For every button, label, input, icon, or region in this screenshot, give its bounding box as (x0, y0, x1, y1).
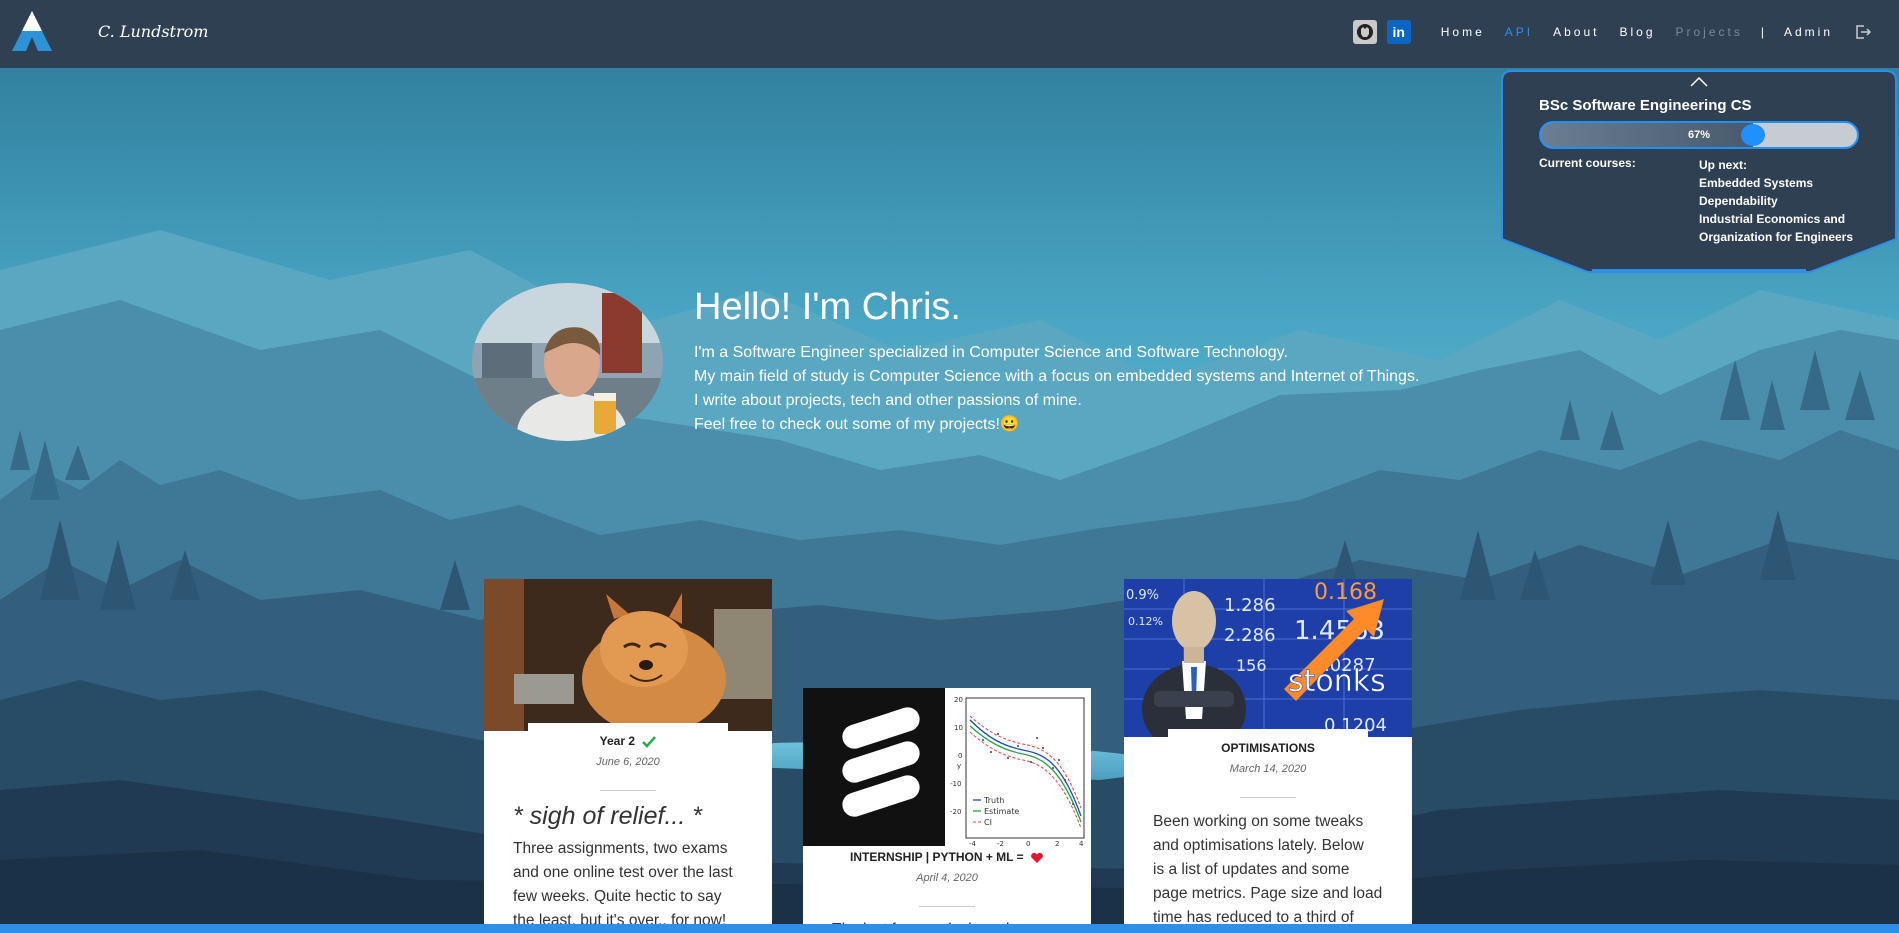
nav-api-link[interactable]: API (1505, 25, 1533, 39)
excerpt-line: Three assignments, two exams (513, 840, 728, 857)
hero-line-with-emoji: Feel free to check out some of my projec… (694, 413, 1419, 437)
up-next-list: Up next: Embedded Systems Dependability … (1699, 156, 1869, 246)
ticker-text: 0.168 (1314, 580, 1377, 605)
heart-icon (1031, 852, 1043, 863)
hero-line: I'm a Software Engineer specialized in C… (694, 344, 1288, 361)
stonks-meme-image: 0.9% 0.12% 1.286 2.286 156 0.168 1.4563 … (1124, 579, 1412, 737)
nav-admin-link[interactable]: Admin (1784, 25, 1833, 39)
github-icon[interactable] (1352, 20, 1377, 44)
ticker-text: 0.9% (1126, 588, 1159, 603)
nav-projects-link[interactable]: Projects (1676, 25, 1743, 39)
excerpt-line: and optimisations lately. Below (1153, 837, 1364, 854)
up-next-label: Up next: (1699, 158, 1747, 172)
brand-name[interactable]: C. Lundstrom (98, 22, 208, 41)
ericsson-plot-image: 20 10 0 -10 -20 y -4 -2 0 2 4 Truth Esti… (803, 688, 1091, 846)
plot-legend-ci: CI (984, 818, 992, 827)
card-excerpt: Been working on some tweaks and optimisa… (1153, 810, 1389, 930)
degree-progress-panel: BSc Software Engineering CS 67% Current … (1500, 69, 1898, 274)
card-title: INTERNSHIP | PYTHON + ML = (850, 850, 1024, 864)
plot-xtick: 4 (1079, 840, 1084, 846)
linkedin-icon[interactable]: in (1386, 20, 1411, 44)
card-divider (600, 790, 656, 791)
degree-progress-bar: 67% (1539, 121, 1859, 149)
hero-intro: I'm a Software Engineer specialized in C… (694, 341, 1419, 437)
nav-home-link[interactable]: Home (1441, 25, 1485, 39)
ticker-text: 2.286 (1224, 625, 1276, 646)
hero-line: My main field of study is Computer Scien… (694, 368, 1420, 385)
card-date: June 6, 2020 (596, 756, 660, 768)
hero-line: Feel free to check out some of my projec… (694, 416, 1000, 433)
plot-ytick: -10 (950, 780, 961, 788)
nav-blog-link[interactable]: Blog (1619, 25, 1655, 39)
blog-card-internship[interactable]: 20 10 0 -10 -20 y -4 -2 0 2 4 Truth Esti… (803, 688, 1091, 933)
smiley-emoji-icon: 😀 (999, 416, 1020, 433)
card-excerpt: Three assignments, two exams and one onl… (513, 837, 749, 933)
hero-title: Hello! I'm Chris. (694, 286, 961, 328)
excerpt-line: and one online test over the last (513, 864, 733, 881)
card-date: April 4, 2020 (916, 872, 978, 884)
nav-about-link[interactable]: About (1553, 25, 1599, 39)
card-date: March 14, 2020 (1229, 763, 1307, 775)
main-nav: in Home API About Blog Projects | Admin (1352, 20, 1871, 44)
top-navbar: C. Lundstrom in Home API About Blog Proj… (0, 0, 1899, 68)
logout-icon[interactable] (1855, 24, 1871, 40)
excerpt-line: Been working on some tweaks (1153, 813, 1364, 830)
chevron-up-icon[interactable] (1690, 77, 1708, 87)
progress-label: 67% (1687, 129, 1711, 141)
check-icon (642, 735, 657, 748)
plot-ytick: 0 (958, 752, 962, 760)
dog-photo (484, 579, 772, 731)
plot-ytick: -20 (950, 808, 961, 816)
plot-xtick: 2 (1055, 840, 1059, 846)
up-next-course: Embedded Systems (1699, 176, 1814, 190)
card-heading: * sigh of relief... * (513, 802, 702, 830)
current-courses-label: Current courses: (1539, 156, 1636, 170)
excerpt-line: few weeks. Quite hectic to say (513, 888, 722, 905)
ticker-text: 0.12% (1128, 615, 1163, 628)
card-title-row: Year 2 (484, 734, 772, 748)
card-divider (919, 906, 975, 907)
plot-legend-truth: Truth (983, 796, 1004, 805)
stonks-text: stonks (1288, 664, 1386, 699)
up-next-course: Industrial Economics and Organization fo… (1699, 212, 1854, 244)
excerpt-line: is a list of updates and some (1153, 861, 1350, 878)
blog-card-year2[interactable]: Year 2 June 6, 2020 * sigh of relief... … (484, 579, 772, 933)
plot-ylabel: y (957, 762, 961, 770)
card-title: OPTIMISATIONS (1221, 741, 1315, 755)
profile-avatar (472, 283, 663, 441)
hero-line: I write about projects, tech and other p… (694, 392, 1082, 409)
card-title-row: INTERNSHIP | PYTHON + ML = (803, 850, 1091, 864)
ticker-text: 156 (1236, 656, 1267, 675)
plot-legend-estimate: Estimate (984, 807, 1019, 816)
plot-ytick: 10 (954, 724, 963, 732)
linkedin-icon-text: in (1392, 24, 1405, 40)
mountain-logo-icon[interactable] (10, 9, 54, 53)
blog-card-optimisations[interactable]: 0.9% 0.12% 1.286 2.286 156 0.168 1.4563 … (1124, 579, 1412, 933)
card-divider (1240, 797, 1296, 798)
ticker-text: 1.286 (1224, 595, 1276, 616)
plot-ytick: 20 (954, 696, 963, 704)
excerpt-line: page metrics. Page size and load (1153, 885, 1383, 902)
bottom-accent-strip (0, 924, 1899, 933)
plot-xtick: 0 (1026, 840, 1030, 846)
plot-xtick: -4 (969, 840, 977, 846)
degree-title: BSc Software Engineering CS (1539, 97, 1752, 114)
card-title: Year 2 (599, 734, 636, 748)
up-next-course: Dependability (1699, 194, 1778, 208)
plot-xtick: -2 (997, 840, 1004, 846)
nav-separator: | (1760, 25, 1764, 39)
